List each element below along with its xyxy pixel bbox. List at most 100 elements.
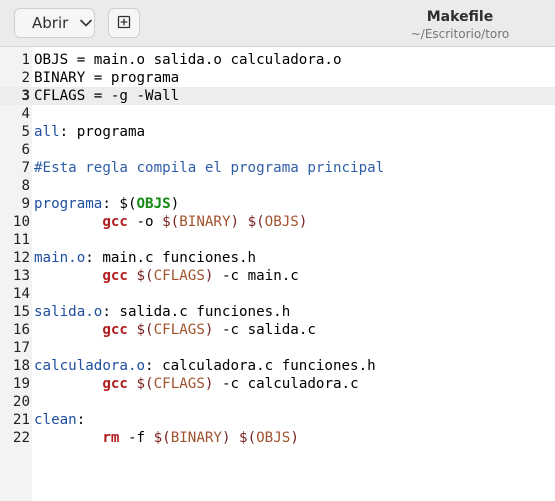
open-button[interactable]: Abrir [14,8,95,38]
code-line[interactable]: 5 all: programa [0,123,555,141]
line-number: 14 [12,286,30,302]
code-token: ) [298,214,308,230]
code-line[interactable]: 22 rm -f $(BINARY) $(OBJS) [0,429,555,447]
line-code: gcc -o $(BINARY) $(OBJS) [34,213,307,231]
line-code: clean: [34,411,85,429]
code-token: : calculadora.c funciones.h [145,358,376,374]
code-token: CFLAGS [153,268,205,284]
code-token: gcc [102,376,128,392]
code-token: ) [290,430,299,446]
code-token: calculadora.o [34,358,146,374]
line-code: main.o: main.c funciones.h [34,249,256,267]
code-token: CFLAGS [153,322,205,338]
code-token: : main.c funciones.h [85,250,257,266]
code-line[interactable]: 11 [0,231,555,249]
code-token: $( [136,268,154,284]
code-line[interactable]: 7 #Esta regla compila el programa princip… [0,159,555,177]
code-line[interactable]: 6 [0,141,555,159]
code-line[interactable]: 21 clean: [0,411,555,429]
line-number: 20 [12,394,30,410]
chevron-down-icon[interactable] [79,16,93,30]
line-number: 10 [12,214,30,230]
code-token: BINARY = programa [34,70,180,86]
code-token: salida.o [34,304,103,320]
line-code: rm -f $(BINARY) $(OBJS) [34,429,299,447]
line-number: 9 [21,196,30,212]
line-code: programa: $(OBJS) [34,195,179,213]
line-number: 22 [12,430,30,446]
line-number: 12 [12,250,30,266]
title-block: Makefile ~/Escritorio/toro [360,9,555,42]
code-line[interactable]: 14 [0,285,555,303]
code-token: ) [221,430,231,446]
code-line[interactable]: 12 main.o: main.c funciones.h [0,249,555,267]
code-token: $( [247,214,265,230]
code-token: -c main.c [213,268,299,284]
code-token: : [76,412,86,428]
code-token: gcc [102,214,128,230]
code-token: CFLAGS = -g -Wall [34,88,180,104]
line-number: 7 [21,160,30,176]
line-code: OBJS = main.o salida.o calculadora.o [34,51,342,69]
code-token: all [34,124,60,140]
code-token: $( [162,214,180,230]
line-code: calculadora.o: calculadora.c funciones.h [34,357,376,375]
line-number: 5 [21,124,30,140]
line-number: 13 [12,268,30,284]
code-token: OBJS [256,430,291,446]
code-token: ) [230,214,240,230]
new-document-icon [117,14,131,33]
new-document-button[interactable] [108,8,140,38]
code-line[interactable]: 2 BINARY = programa [0,69,555,87]
code-token: OBJS = main.o salida.o calculadora.o [34,52,342,68]
code-token: programa [34,196,103,212]
open-button-label: Abrir [32,14,69,32]
code-line[interactable]: 19 gcc $(CFLAGS) -c calculadora.c [0,375,555,393]
text-editor[interactable]: 1 OBJS = main.o salida.o calculadora.o 2 BI… [0,47,555,501]
code-token: -f [119,430,154,446]
code-token: OBJS [264,214,299,230]
line-code: gcc $(CFLAGS) -c salida.c [34,321,316,339]
line-code: gcc $(CFLAGS) -c calculadora.c [34,375,358,393]
code-line[interactable]: 3 CFLAGS = -g -Wall [0,87,555,105]
line-code: BINARY = programa [34,69,179,87]
line-number: 16 [12,322,30,338]
header-bar: Abrir Makefile ~/Escritorio/toro [0,0,555,47]
code-token: #Esta regla compila el programa principa… [34,160,385,176]
code-token: clean [34,412,77,428]
document-path: ~/Escritorio/toro [410,26,510,41]
code-token: gcc [102,268,128,284]
code-line[interactable]: 18 calculadora.o: calculadora.c funciones… [0,357,555,375]
code-line[interactable]: 17 [0,339,555,357]
code-line[interactable]: 20 [0,393,555,411]
line-number: 2 [21,70,30,86]
code-line[interactable]: 4 [0,105,555,123]
code-line[interactable]: 1 OBJS = main.o salida.o calculadora.o [0,51,555,69]
code-token: : salida.c funciones.h [102,304,291,320]
line-number: 6 [21,142,30,158]
code-token: ) [170,196,180,212]
code-line[interactable]: 15 salida.o: salida.c funciones.h [0,303,555,321]
code-token: rm [102,430,120,446]
code-line[interactable]: 13 gcc $(CFLAGS) -c main.c [0,267,555,285]
code-token: : $( [102,196,137,212]
code-line[interactable]: 8 [0,177,555,195]
code-line[interactable]: 10 gcc -o $(BINARY) $(OBJS) [0,213,555,231]
code-line[interactable]: 16 gcc $(CFLAGS) -c salida.c [0,321,555,339]
code-token: $( [136,376,154,392]
line-number: 19 [12,376,30,392]
line-number: 8 [21,178,30,194]
line-number: 15 [12,304,30,320]
code-token: BINARY [170,430,222,446]
code-line[interactable]: 9 programa: $(OBJS) [0,195,555,213]
code-token: $( [239,430,257,446]
